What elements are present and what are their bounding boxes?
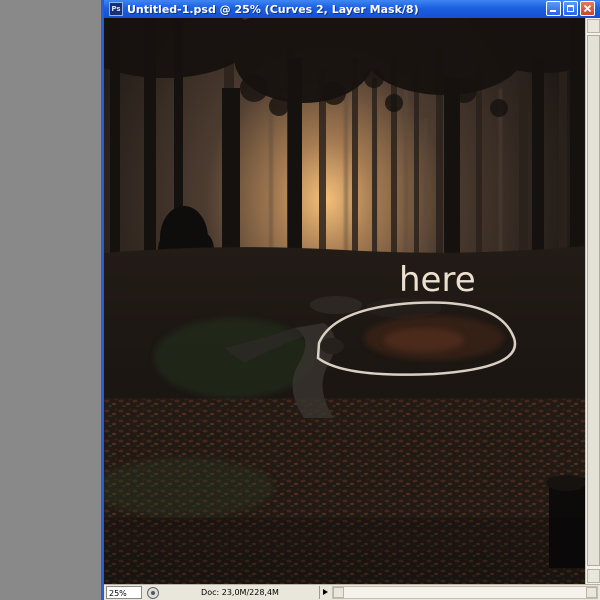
horizontal-scrollbar[interactable] bbox=[332, 586, 598, 599]
scroll-right-arrow[interactable] bbox=[586, 587, 597, 598]
image-canvas[interactable]: here bbox=[104, 18, 585, 584]
minimize-button[interactable] bbox=[546, 1, 561, 16]
close-button[interactable] bbox=[580, 1, 595, 16]
status-info-icon[interactable] bbox=[147, 586, 159, 599]
document-title: Untitled-1.psd @ 25% (Curves 2, Layer Ma… bbox=[127, 2, 419, 16]
forest-scene-image: here bbox=[104, 18, 585, 584]
close-icon bbox=[583, 4, 592, 13]
document-size-info: Doc: 23,0M/228,4M bbox=[201, 588, 279, 597]
photoshop-icon: Ps bbox=[109, 2, 123, 16]
vertical-scrollbar[interactable] bbox=[585, 18, 600, 584]
zoom-field[interactable]: 25% bbox=[106, 586, 142, 599]
document-window: Ps Untitled-1.psd @ 25% (Curves 2, Layer… bbox=[101, 0, 600, 600]
scroll-down-arrow[interactable] bbox=[587, 569, 600, 583]
scroll-up-arrow[interactable] bbox=[587, 19, 600, 33]
scroll-left-arrow[interactable] bbox=[333, 587, 344, 598]
status-bar: 25% Doc: 23,0M/228,4M bbox=[104, 584, 600, 600]
vertical-scroll-thumb[interactable] bbox=[587, 35, 600, 566]
workspace-background bbox=[0, 0, 101, 600]
window-controls bbox=[546, 1, 595, 16]
minimize-icon bbox=[550, 10, 556, 12]
maximize-button[interactable] bbox=[563, 1, 578, 16]
play-arrow-icon[interactable] bbox=[319, 586, 330, 599]
annotation-text: here bbox=[399, 260, 476, 300]
maximize-icon bbox=[567, 5, 574, 12]
title-bar[interactable]: Ps Untitled-1.psd @ 25% (Curves 2, Layer… bbox=[104, 0, 600, 18]
